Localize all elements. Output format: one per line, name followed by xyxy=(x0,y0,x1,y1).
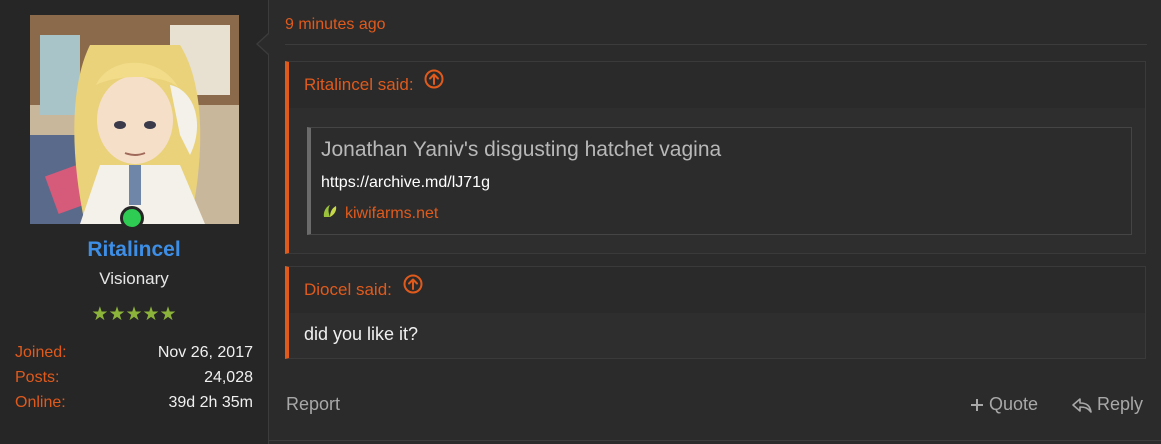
speech-pointer-inner xyxy=(258,34,269,54)
quote-header[interactable]: Diocel said: xyxy=(289,267,1145,313)
quote-block: Diocel said: did you like it? xyxy=(285,266,1146,359)
user-sidebar: Ritalincel Visionary ★★★★★ Joined: Nov 2… xyxy=(0,0,269,444)
quote-body: did you like it? xyxy=(304,324,419,344)
avatar[interactable] xyxy=(30,15,239,224)
jump-to-quote-icon[interactable] xyxy=(403,266,423,312)
post-actions: Report Quote Reply xyxy=(285,394,1145,420)
quote-author[interactable]: Diocel said: xyxy=(304,280,392,299)
username[interactable]: Ritalincel xyxy=(0,238,268,262)
rank-stars: ★★★★★ xyxy=(91,304,177,325)
stat-value: Nov 26, 2017 xyxy=(157,344,253,361)
avatar-image xyxy=(30,15,239,224)
report-button[interactable]: Report xyxy=(286,394,340,415)
post-timestamp[interactable]: 9 minutes ago xyxy=(285,16,386,34)
quote-block: Ritalincel said: Jonathan Yaniv's disgus… xyxy=(285,61,1146,254)
reply-arrow-icon xyxy=(1072,397,1092,413)
divider xyxy=(268,440,1161,441)
quote-header[interactable]: Ritalincel said: xyxy=(289,62,1145,108)
quote-author[interactable]: Ritalincel said: xyxy=(304,75,414,94)
stat-label: Online: xyxy=(15,394,66,411)
reply-button-label: Reply xyxy=(1097,394,1144,414)
quote-button-label: Quote xyxy=(989,394,1039,414)
stat-label: Joined: xyxy=(15,344,67,361)
stat-value: 39d 2h 35m xyxy=(168,394,253,411)
quote-button[interactable]: Quote xyxy=(969,394,1038,415)
link-preview[interactable]: Jonathan Yaniv's disgusting hatchet vagi… xyxy=(307,127,1132,235)
plus-icon xyxy=(971,398,983,411)
link-preview-title[interactable]: Jonathan Yaniv's disgusting hatchet vagi… xyxy=(321,138,721,162)
stat-joined: Joined: Nov 26, 2017 xyxy=(15,340,253,365)
stat-posts: Posts: 24,028 xyxy=(15,365,253,390)
reply-button[interactable]: Reply xyxy=(1071,394,1143,415)
stat-online: Online: 39d 2h 35m xyxy=(15,390,253,415)
user-title: Visionary xyxy=(99,269,169,288)
kiwifarms-icon xyxy=(321,202,339,225)
user-stats: Joined: Nov 26, 2017 Posts: 24,028 Onlin… xyxy=(15,340,253,415)
stat-label: Posts: xyxy=(15,369,60,386)
forum-post: Ritalincel Visionary ★★★★★ Joined: Nov 2… xyxy=(0,0,1161,444)
link-preview-site[interactable]: kiwifarms.net xyxy=(321,202,438,225)
link-preview-site-name[interactable]: kiwifarms.net xyxy=(345,205,438,223)
link-preview-url[interactable]: https://archive.md/lJ71g xyxy=(321,174,490,192)
online-status-indicator xyxy=(120,206,144,230)
stat-value: 24,028 xyxy=(204,369,253,386)
divider xyxy=(285,44,1147,45)
jump-to-quote-icon[interactable] xyxy=(424,61,444,107)
